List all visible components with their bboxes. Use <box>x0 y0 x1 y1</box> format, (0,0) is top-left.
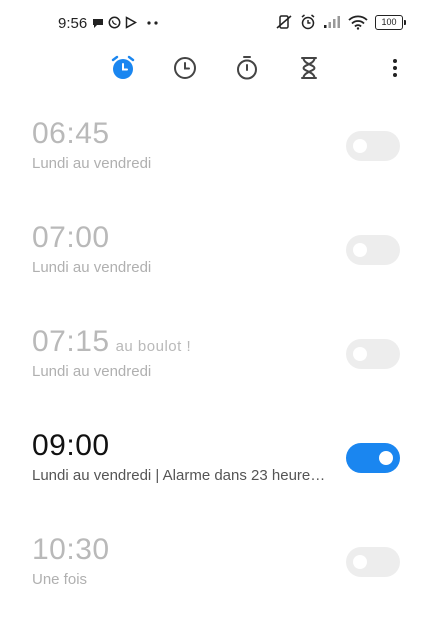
alarm-item[interactable]: 09:00 Lundi au vendredi | Alarme dans 23… <box>0 429 431 533</box>
tab-bar <box>0 50 431 86</box>
signal-icon <box>323 15 341 29</box>
toggle-knob <box>353 139 367 153</box>
toggle-knob <box>353 243 367 257</box>
alarm-item[interactable]: 10:30 Une fois <box>0 533 431 637</box>
hourglass-icon <box>301 57 317 79</box>
alarm-toggle[interactable] <box>346 131 400 161</box>
toggle-knob <box>353 347 367 361</box>
tab-world-clock[interactable] <box>169 52 201 84</box>
alarm-item[interactable]: 07:15 au boulot ! Lundi au vendredi <box>0 325 431 429</box>
more-options-button[interactable] <box>385 58 405 78</box>
alarm-repeat: Lundi au vendredi <box>32 363 152 380</box>
alarm-toggle[interactable] <box>346 547 400 577</box>
alarm-icon <box>300 14 316 30</box>
alarm-toggle[interactable] <box>346 443 400 473</box>
vibrate-off-icon <box>275 14 293 30</box>
stopwatch-icon <box>237 56 257 80</box>
more-notifications-icon <box>147 20 159 25</box>
clock-icon <box>174 57 196 79</box>
more-vert-icon <box>393 59 397 77</box>
alarm-time-wrap: 10:30 <box>32 533 110 567</box>
whatsapp-notification-icon <box>108 16 121 29</box>
alarm-repeat: Lundi au vendredi | Alarme dans 23 heure… <box>32 467 326 484</box>
message-notification-icon <box>92 17 104 29</box>
status-time: 9:56 <box>58 15 88 32</box>
wifi-icon <box>348 15 368 30</box>
battery-icon: 100 <box>375 14 406 30</box>
alarm-time: 07:15 <box>32 325 110 358</box>
tab-alarm[interactable] <box>107 52 139 84</box>
tab-stopwatch[interactable] <box>231 52 263 84</box>
alarm-item[interactable]: 07:00 Lundi au vendredi <box>0 221 431 325</box>
alarm-time: 07:00 <box>32 221 110 254</box>
status-bar: 9:56 100 <box>0 0 431 44</box>
tab-timer[interactable] <box>293 52 325 84</box>
alarm-time: 09:00 <box>32 429 110 462</box>
alarm-repeat: Lundi au vendredi <box>32 155 152 172</box>
alarm-time-wrap: 07:15 au boulot ! <box>32 325 191 359</box>
play-store-notification-icon <box>125 16 137 29</box>
alarm-time-wrap: 09:00 <box>32 429 110 463</box>
alarm-clock-icon <box>111 55 135 79</box>
alarm-label: au boulot ! <box>115 338 192 355</box>
alarm-repeat: Lundi au vendredi <box>32 259 152 276</box>
alarm-toggle[interactable] <box>346 235 400 265</box>
alarm-toggle[interactable] <box>346 339 400 369</box>
alarm-item[interactable]: 06:45 Lundi au vendredi <box>0 117 431 221</box>
toggle-knob <box>379 451 393 465</box>
alarm-time-wrap: 06:45 <box>32 117 110 151</box>
alarm-time-wrap: 07:00 <box>32 221 110 255</box>
toggle-knob <box>353 555 367 569</box>
alarm-time: 06:45 <box>32 117 110 150</box>
alarm-repeat: Une fois <box>32 571 88 588</box>
alarm-time: 10:30 <box>32 533 110 566</box>
